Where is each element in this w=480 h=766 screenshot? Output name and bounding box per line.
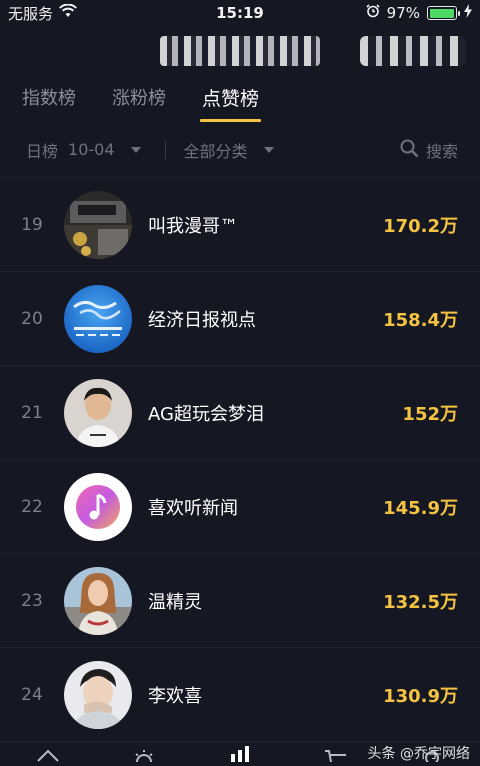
category-label: 全部分类	[183, 141, 248, 161]
avatar	[64, 472, 132, 541]
obscured-id	[360, 36, 466, 66]
avatar	[64, 190, 132, 259]
rank-number: 24	[21, 684, 43, 705]
likes-count: 145.9万	[383, 497, 458, 519]
account-name: AG超玩会梦泪	[148, 403, 264, 425]
discover-icon[interactable]	[132, 747, 156, 766]
battery-icon	[427, 6, 460, 20]
likes-count: 152万	[402, 403, 458, 425]
obscured-title	[160, 36, 320, 66]
home-icon[interactable]	[36, 747, 60, 766]
chart-icon[interactable]	[228, 746, 252, 766]
header-title-area	[0, 26, 480, 78]
list-item[interactable]: 23 温精灵 132.5万	[0, 554, 480, 648]
period-filter[interactable]: 日榜 10-04	[26, 138, 141, 162]
account-name: 温精灵	[148, 591, 202, 613]
tab-index-rank[interactable]: 指数榜	[22, 78, 76, 122]
list-item[interactable]: 20 经济日报视点 158.4万	[0, 272, 480, 366]
avatar	[64, 284, 132, 353]
watermark-text: 头条 @乔宇网络	[367, 746, 470, 762]
list-item[interactable]: 22 喜欢听新闻 145.9万	[0, 460, 480, 554]
rank-number: 20	[21, 308, 43, 329]
alarm-icon	[366, 4, 380, 22]
battery-percent: 97%	[386, 4, 420, 22]
likes-count: 132.5万	[383, 591, 458, 613]
filter-bar: 日榜 10-04 全部分类 搜索	[0, 122, 480, 178]
category-filter[interactable]: 全部分类	[184, 138, 274, 162]
tab-likes-rank[interactable]: 点赞榜	[199, 78, 262, 122]
account-name: 李欢喜	[148, 685, 202, 707]
ranking-tabs: 指数榜 涨粉榜 点赞榜	[0, 78, 480, 122]
list-item[interactable]: 19 叫我漫哥™ 170.2万	[0, 178, 480, 272]
carrier-label: 无服务	[8, 4, 54, 23]
account-name: 喜欢听新闻	[148, 497, 238, 519]
caret-down-icon	[130, 146, 141, 153]
status-bar: 无服务 15:19 97%	[0, 0, 480, 26]
list-item[interactable]: 24 李欢喜 130.9万	[0, 648, 480, 742]
rank-number: 19	[21, 214, 43, 235]
rank-number: 21	[21, 402, 43, 423]
avatar	[64, 566, 132, 635]
rank-number: 22	[21, 496, 43, 517]
list-item[interactable]: 21 AG超玩会梦泪 152万	[0, 366, 480, 460]
avatar	[64, 378, 132, 447]
bottom-nav-bar: 头条 @乔宇网络	[0, 744, 480, 766]
period-label: 日榜	[26, 141, 59, 161]
avatar	[64, 660, 132, 729]
ranking-list: 19 叫我漫哥™ 170.2万 20 经济日报视点 158.4万 21 AG超玩…	[0, 178, 480, 742]
date-label: 10-04	[68, 140, 115, 159]
account-name: 叫我漫哥™	[148, 215, 238, 237]
watermark: 头条 @乔宇网络	[368, 743, 470, 763]
tab-fans-growth-rank[interactable]: 涨粉榜	[112, 78, 166, 122]
search-label: 搜索	[425, 141, 458, 161]
wifi-icon	[59, 3, 77, 22]
likes-count: 158.4万	[383, 309, 458, 331]
charging-icon	[464, 4, 472, 22]
likes-count: 130.9万	[383, 685, 458, 707]
cart-icon[interactable]	[324, 747, 348, 766]
caret-down-icon	[263, 146, 274, 153]
search-icon	[400, 139, 419, 161]
search-button[interactable]: 搜索	[400, 138, 458, 162]
account-name: 经济日报视点	[148, 309, 256, 331]
likes-count: 170.2万	[383, 215, 458, 237]
divider	[164, 140, 166, 159]
rank-number: 23	[21, 590, 43, 611]
